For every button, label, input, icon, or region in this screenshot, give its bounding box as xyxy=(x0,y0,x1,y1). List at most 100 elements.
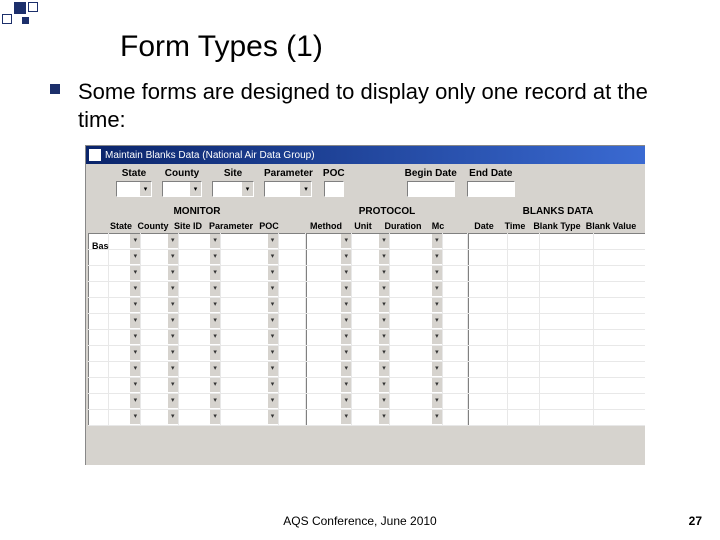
cell[interactable] xyxy=(469,330,508,346)
cell[interactable] xyxy=(352,330,390,346)
cell[interactable] xyxy=(307,378,352,394)
cell[interactable] xyxy=(507,346,539,362)
blanks-table[interactable] xyxy=(468,233,645,426)
cell[interactable] xyxy=(352,298,390,314)
cell[interactable] xyxy=(540,314,594,330)
cell[interactable] xyxy=(469,394,508,410)
cell[interactable] xyxy=(278,314,305,330)
cell[interactable] xyxy=(278,410,305,426)
cell[interactable] xyxy=(540,330,594,346)
cell[interactable] xyxy=(178,234,220,250)
cell[interactable] xyxy=(178,378,220,394)
cell[interactable] xyxy=(469,234,508,250)
cell[interactable] xyxy=(442,410,467,426)
filter-site[interactable]: ▾ xyxy=(212,181,254,197)
cell[interactable] xyxy=(141,394,178,410)
row-selector[interactable] xyxy=(89,378,109,394)
filter-county[interactable]: ▾ xyxy=(162,181,202,197)
row-selector[interactable] xyxy=(89,362,109,378)
cell[interactable] xyxy=(178,394,220,410)
cell[interactable] xyxy=(352,394,390,410)
cell[interactable] xyxy=(442,362,467,378)
cell[interactable] xyxy=(594,282,645,298)
cell[interactable] xyxy=(390,410,443,426)
cell[interactable] xyxy=(442,378,467,394)
cell[interactable] xyxy=(352,378,390,394)
cell[interactable] xyxy=(390,362,443,378)
cell[interactable] xyxy=(141,330,178,346)
cell[interactable] xyxy=(221,282,278,298)
table-row[interactable] xyxy=(89,298,306,314)
cell[interactable] xyxy=(141,250,178,266)
cell[interactable] xyxy=(278,330,305,346)
cell[interactable] xyxy=(469,378,508,394)
table-row[interactable] xyxy=(469,330,646,346)
cell[interactable] xyxy=(390,266,443,282)
cell[interactable] xyxy=(307,234,352,250)
cell[interactable] xyxy=(221,314,278,330)
table-row[interactable] xyxy=(89,250,306,266)
cell[interactable] xyxy=(594,250,645,266)
row-selector[interactable] xyxy=(89,314,109,330)
cell[interactable] xyxy=(141,378,178,394)
cell[interactable] xyxy=(469,410,508,426)
cell[interactable] xyxy=(178,314,220,330)
table-row[interactable] xyxy=(307,234,468,250)
cell[interactable] xyxy=(278,266,305,282)
filter-state[interactable]: ▾ xyxy=(116,181,152,197)
cell[interactable] xyxy=(108,362,140,378)
table-row[interactable] xyxy=(469,378,646,394)
cell[interactable] xyxy=(469,282,508,298)
row-selector[interactable] xyxy=(89,346,109,362)
table-row[interactable] xyxy=(307,266,468,282)
row-selector[interactable] xyxy=(89,394,109,410)
cell[interactable] xyxy=(352,250,390,266)
cell[interactable] xyxy=(594,394,645,410)
cell[interactable] xyxy=(390,250,443,266)
table-row[interactable] xyxy=(469,394,646,410)
cell[interactable] xyxy=(352,234,390,250)
table-row[interactable] xyxy=(469,250,646,266)
cell[interactable] xyxy=(221,346,278,362)
chevron-down-icon[interactable]: ▾ xyxy=(189,182,201,196)
table-row[interactable] xyxy=(89,394,306,410)
cell[interactable] xyxy=(442,282,467,298)
cell[interactable] xyxy=(352,282,390,298)
table-row[interactable] xyxy=(307,314,468,330)
cell[interactable] xyxy=(469,314,508,330)
cell[interactable] xyxy=(507,378,539,394)
cell[interactable] xyxy=(594,378,645,394)
cell[interactable] xyxy=(442,314,467,330)
cell[interactable] xyxy=(307,298,352,314)
table-row[interactable] xyxy=(89,410,306,426)
cell[interactable] xyxy=(178,282,220,298)
cell[interactable] xyxy=(178,346,220,362)
cell[interactable] xyxy=(221,378,278,394)
cell[interactable] xyxy=(540,266,594,282)
filter-begin-date[interactable] xyxy=(407,181,455,197)
monitor-table[interactable] xyxy=(88,233,306,426)
cell[interactable] xyxy=(442,330,467,346)
cell[interactable] xyxy=(307,394,352,410)
cell[interactable] xyxy=(178,266,220,282)
cell[interactable] xyxy=(507,298,539,314)
cell[interactable] xyxy=(141,234,178,250)
cell[interactable] xyxy=(390,298,443,314)
cell[interactable] xyxy=(540,394,594,410)
cell[interactable] xyxy=(108,298,140,314)
table-row[interactable] xyxy=(307,394,468,410)
cell[interactable] xyxy=(108,314,140,330)
cell[interactable] xyxy=(507,234,539,250)
chevron-down-icon[interactable]: ▾ xyxy=(139,182,151,196)
cell[interactable] xyxy=(469,346,508,362)
cell[interactable] xyxy=(221,362,278,378)
table-row[interactable] xyxy=(89,378,306,394)
cell[interactable] xyxy=(108,282,140,298)
cell[interactable] xyxy=(390,346,443,362)
cell[interactable] xyxy=(307,266,352,282)
cell[interactable] xyxy=(507,330,539,346)
cell[interactable] xyxy=(108,410,140,426)
cell[interactable] xyxy=(278,298,305,314)
table-row[interactable] xyxy=(307,298,468,314)
cell[interactable] xyxy=(178,298,220,314)
